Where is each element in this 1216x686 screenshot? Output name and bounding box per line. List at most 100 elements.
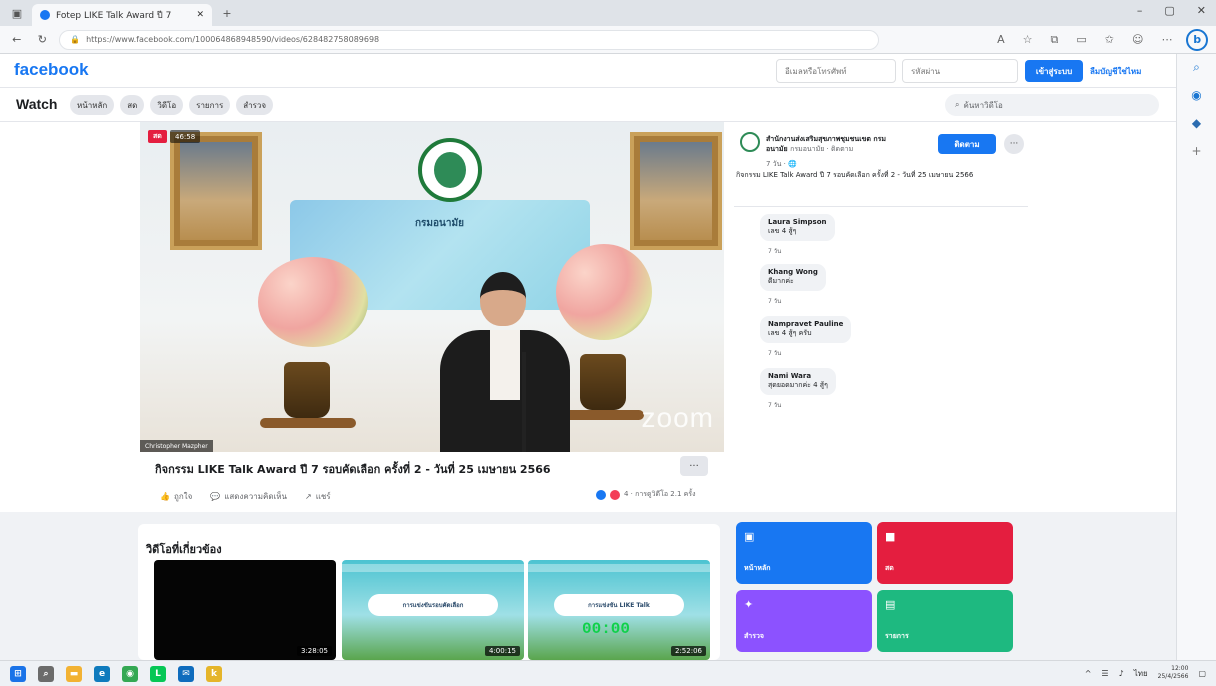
tile-explore[interactable]: ✦ สำรวจ xyxy=(736,590,872,652)
portrait-right xyxy=(630,132,722,250)
comment-text: ดีมากค่ะ xyxy=(768,277,794,285)
comment-icon: 💬 xyxy=(210,492,221,501)
sidebar-tools-icon[interactable]: ◆ xyxy=(1190,116,1204,130)
comment-author[interactable]: Laura Simpson xyxy=(768,218,827,226)
edge-sidebar: ⌕ ◉ ◆ + xyxy=(1176,54,1216,660)
maximize-icon[interactable]: ▢ xyxy=(1164,4,1174,17)
comment-author[interactable]: Nampravet Pauline xyxy=(768,320,843,328)
facebook-logo[interactable]: facebook xyxy=(14,60,89,80)
back-icon[interactable]: ← xyxy=(8,31,26,49)
tab-videos[interactable]: วิดีโอ xyxy=(150,95,184,115)
follow-button[interactable]: ติดตาม xyxy=(938,134,996,154)
live-icon: ■ xyxy=(885,530,896,543)
new-tab-button[interactable]: + xyxy=(218,4,236,22)
comment-button[interactable]: 💬 แสดงความคิดเห็น xyxy=(210,490,287,503)
watch-tabs: หน้าหลัก สด วิดีโอ รายการ สำรวจ xyxy=(70,95,274,115)
related-video-thumb[interactable]: 3:28:05 xyxy=(154,560,336,660)
home-icon: ▣ xyxy=(744,530,755,543)
email-field[interactable] xyxy=(776,59,896,83)
start-icon[interactable]: ⊞ xyxy=(10,665,26,682)
favorites-icon[interactable]: ✩ xyxy=(1105,33,1114,47)
tab-home[interactable]: หน้าหลัก xyxy=(70,95,115,115)
like-label: ถูกใจ xyxy=(173,492,193,501)
video-player[interactable]: กรมอนามัย สด 46:58 zoom Christopher Mazp… xyxy=(140,122,724,452)
like-icon: 👍 xyxy=(160,492,170,501)
line-app-icon[interactable]: L xyxy=(150,665,166,682)
tab-shows[interactable]: รายการ xyxy=(189,95,231,115)
minimize-icon[interactable]: – xyxy=(1137,4,1143,17)
read-aloud-icon[interactable]: A xyxy=(997,33,1005,47)
comment-author[interactable]: Khang Wong xyxy=(768,268,818,276)
file-explorer-icon[interactable]: ▬ xyxy=(66,665,82,682)
close-tab-icon[interactable]: ✕ xyxy=(196,10,204,20)
language-indicator[interactable]: ไทย xyxy=(1134,667,1148,680)
browser-toolbar-icons: A ☆ ⧉ ▭ ✩ ☺ ⋯ xyxy=(997,33,1172,47)
menu-dots-icon[interactable]: ⋯ xyxy=(1161,33,1172,47)
login-button[interactable]: เข้าสู่ระบบ xyxy=(1025,60,1083,82)
notifications-icon[interactable]: ▢ xyxy=(1198,669,1206,678)
tile-shows[interactable]: ▤ รายการ xyxy=(877,590,1013,652)
tile-label: สำรวจ xyxy=(744,632,764,640)
comment-avatar[interactable] xyxy=(736,264,754,282)
related-video-thumb[interactable]: การแข่งขัน LIKE Talk 00:00 2:52:06 xyxy=(528,560,710,660)
volume-icon[interactable]: ♪ xyxy=(1119,669,1124,678)
panel-more-button[interactable]: ··· xyxy=(1004,134,1024,154)
tile-home[interactable]: ▣ หน้าหลัก xyxy=(736,522,872,584)
sidebar-search-icon[interactable]: ⌕ xyxy=(1190,60,1204,74)
clock-time: 12:00 xyxy=(1171,665,1189,672)
comment-avatar[interactable] xyxy=(736,316,754,334)
watch-search-placeholder: ค้นหาวิดีโอ xyxy=(963,100,1003,110)
profile-icon[interactable]: ☺ xyxy=(1132,33,1143,47)
tab-actions-icon[interactable]: ▣ xyxy=(8,4,26,22)
thumb-caption: การแข่งขัน LIKE Talk xyxy=(554,594,684,616)
search-taskbar-icon[interactable]: ⌕ xyxy=(38,665,54,682)
sidebar-shopping-icon[interactable]: ◉ xyxy=(1190,88,1204,102)
url-field[interactable]: 🔒 https://www.facebook.com/1000648689485… xyxy=(59,29,880,50)
comment-label: แสดงความคิดเห็น xyxy=(224,492,287,501)
vase-left xyxy=(284,362,330,418)
tray-chevron-icon[interactable]: ^ xyxy=(1085,669,1092,678)
tab-live[interactable]: สด xyxy=(120,95,145,115)
like-button[interactable]: 👍 ถูกใจ xyxy=(160,490,192,503)
sidebar-add-icon[interactable]: + xyxy=(1190,144,1204,158)
comment-author[interactable]: Nami Wara xyxy=(768,372,828,380)
edge-icon[interactable]: e xyxy=(94,665,110,682)
password-field[interactable] xyxy=(902,59,1018,83)
reaction-summary[interactable]: 4 · การดูวิดีโอ 2.1 ครั้ง xyxy=(596,489,696,500)
forgot-account-link[interactable]: ลืมบัญชีใช่ไหม xyxy=(1090,65,1141,78)
comment-time: 7 วัน xyxy=(768,350,782,357)
tile-live[interactable]: ■ สด xyxy=(877,522,1013,584)
outlook-icon[interactable]: ✉ xyxy=(178,665,194,682)
video-more-button[interactable]: ··· xyxy=(680,456,708,476)
clock[interactable]: 12:00 25/4/2566 xyxy=(1158,665,1189,681)
comment-bubble: Nami Wara สุดยอดมากค่ะ 4 สู้ๆ xyxy=(760,368,836,395)
watch-search-input[interactable]: ⌕ ค้นหาวิดีโอ xyxy=(945,94,1159,116)
post-side-panel: สำนักงานส่งเสริมสุขภาพชุมชนเขต กรมอนามัย… xyxy=(734,122,1034,512)
k-app-icon[interactable]: k xyxy=(206,665,222,682)
seal-emblem-icon xyxy=(434,152,466,188)
favorite-star-icon[interactable]: ☆ xyxy=(1023,33,1033,47)
refresh-icon[interactable]: ↻ xyxy=(34,31,52,49)
share-button[interactable]: ↗ แชร์ xyxy=(305,490,331,503)
bing-copilot-icon[interactable]: b xyxy=(1186,28,1208,51)
browser-tab[interactable]: Fotep LIKE Talk Award ปี 7 ✕ xyxy=(32,4,212,26)
related-video-thumb[interactable]: การแข่งขันรอบคัดเลือก 4:00:15 xyxy=(342,560,524,660)
video-timer-badge: 46:58 xyxy=(170,130,201,143)
page-name[interactable]: สำนักงานส่งเสริมสุขภาพชุมชนเขต กรมอนามัย… xyxy=(766,134,906,154)
search-icon: ⌕ xyxy=(955,100,960,109)
comment-avatar[interactable] xyxy=(736,368,754,386)
extensions-icon[interactable]: ⧉ xyxy=(1051,33,1059,47)
video-duration: 4:00:15 xyxy=(485,646,520,656)
explore-icon: ✦ xyxy=(744,598,754,611)
network-icon[interactable]: ☰ xyxy=(1101,669,1108,678)
page-avatar[interactable] xyxy=(740,132,760,152)
facebook-header: facebook เข้าสู่ระบบ ลืมบัญชีใช่ไหม xyxy=(0,54,1176,88)
tab-explore[interactable]: สำรวจ xyxy=(236,95,274,115)
comment-bubble: Nampravet Pauline เลข 4 สู้ๆ ครับ xyxy=(760,316,852,343)
close-window-icon[interactable]: ✕ xyxy=(1197,4,1206,17)
department-label: กรมอนามัย xyxy=(415,218,464,229)
tile-label: สด xyxy=(885,564,894,572)
collections-icon[interactable]: ▭ xyxy=(1076,33,1086,47)
comment-avatar[interactable] xyxy=(736,214,754,232)
chrome-icon[interactable]: ◉ xyxy=(122,665,138,682)
